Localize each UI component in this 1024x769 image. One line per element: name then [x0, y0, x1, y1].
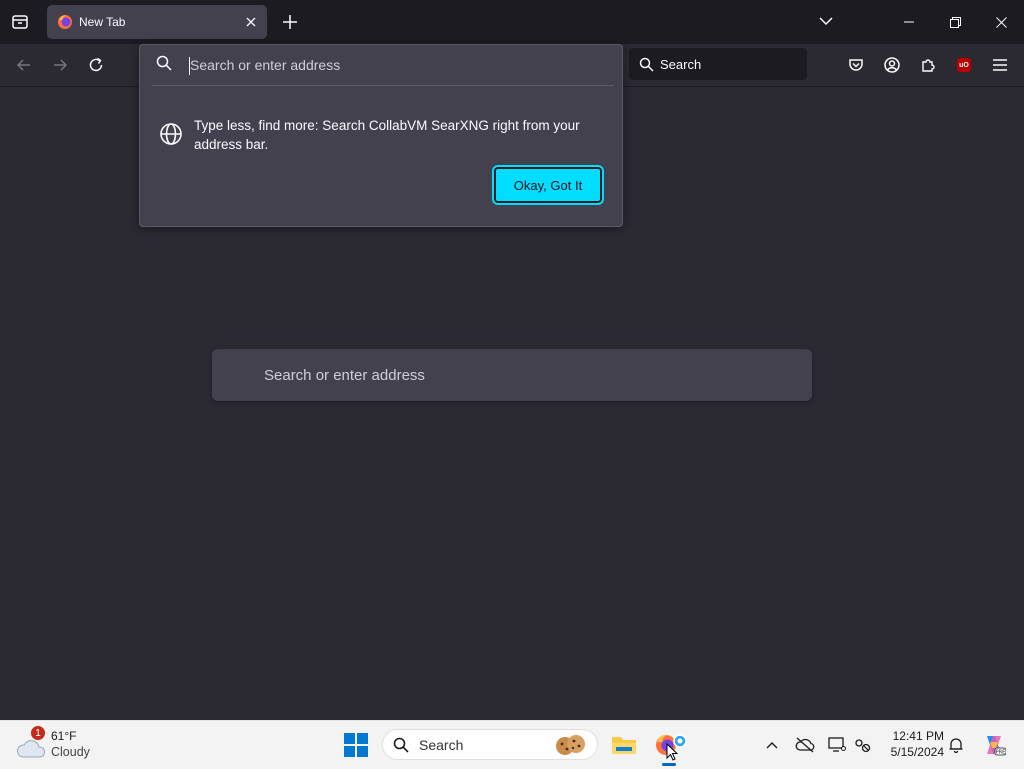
firefox-view-icon [12, 15, 28, 29]
folder-icon [612, 737, 636, 754]
divider [152, 85, 614, 86]
copilot-button[interactable]: PRE [980, 733, 1008, 757]
mouse-cursor-icon [666, 743, 678, 761]
search-icon [156, 55, 172, 71]
address-input[interactable] [190, 53, 610, 77]
puzzle-icon [922, 59, 935, 72]
close-icon [995, 16, 1007, 28]
new-tab-search-placeholder: Search or enter address [264, 366, 425, 384]
account-button[interactable] [878, 51, 906, 79]
weather-widget[interactable]: 1 61°F Cloudy [14, 726, 134, 765]
cookies-icon [556, 735, 585, 755]
firefox-logo-icon [58, 15, 72, 29]
clock-time: 12:41 PM [892, 729, 944, 743]
search-bar-label: Search [660, 56, 702, 72]
new-tab-button[interactable] [276, 8, 304, 36]
weather-temperature: 61°F [51, 729, 77, 743]
file-explorer-button[interactable] [606, 727, 642, 763]
close-icon [246, 17, 256, 27]
network-icon [855, 739, 871, 753]
cloud-off-icon [795, 737, 815, 753]
extensions-button[interactable] [914, 51, 942, 79]
restore-button[interactable] [932, 0, 978, 44]
chevron-up-icon [766, 742, 778, 749]
ublock-origin-button[interactable]: uO [950, 51, 978, 79]
pocket-icon [849, 59, 863, 71]
urlbar-popup: Type less, find more: Search CollabVM Se… [139, 44, 623, 227]
bell-icon [949, 738, 963, 753]
minimize-button[interactable] [886, 0, 932, 44]
firefox-view-button[interactable] [6, 8, 34, 36]
start-button[interactable] [340, 729, 372, 761]
urlbar [140, 45, 622, 85]
tab-new-tab[interactable]: New Tab [47, 5, 267, 39]
search-tip-text: Type less, find more: Search CollabVM Se… [194, 118, 580, 152]
monitor-icon [828, 737, 846, 752]
chevron-down-icon [819, 17, 833, 26]
back-button[interactable] [10, 51, 38, 79]
hamburger-menu-icon [993, 59, 1007, 71]
close-window-button[interactable] [978, 0, 1024, 44]
taskbar-search-label: Search [419, 736, 464, 753]
search-icon [639, 57, 654, 72]
network-volume-tray-icon[interactable] [851, 733, 875, 757]
cloud-icon [17, 740, 46, 758]
reload-button[interactable] [82, 51, 110, 79]
forward-button[interactable] [46, 51, 74, 79]
svg-text:PRE: PRE [996, 750, 1006, 756]
notifications-button[interactable] [944, 733, 968, 757]
copilot-icon: PRE [987, 736, 1006, 756]
onedrive-tray-icon[interactable] [793, 733, 817, 757]
search-bar[interactable]: Search [629, 48, 807, 80]
plus-icon [283, 15, 297, 29]
clock-date: 5/15/2024 [890, 745, 944, 759]
new-tab-search-box[interactable]: Search or enter address [212, 349, 812, 401]
taskbar-search[interactable]: Search [382, 729, 598, 760]
okay-got-it-button[interactable]: Okay, Got It [492, 165, 604, 205]
tab-close-button[interactable] [240, 11, 262, 33]
windows-logo-icon [344, 733, 368, 757]
reload-icon [89, 57, 103, 72]
firefox-taskbar-button[interactable] [652, 727, 688, 763]
account-icon [884, 57, 900, 73]
minimize-icon [904, 21, 914, 23]
search-icon [393, 737, 409, 753]
tab-strip: New Tab [0, 0, 1024, 44]
taskbar: 1 61°F Cloudy Search 12:41 PM 5/15/2024 … [0, 720, 1024, 769]
restore-icon [949, 16, 961, 28]
active-app-indicator [662, 763, 676, 766]
ublock-origin-icon: uO [957, 58, 971, 72]
tab-title: New Tab [79, 15, 126, 29]
pocket-button[interactable] [842, 51, 870, 79]
text-cursor [189, 57, 190, 75]
weather-badge: 1 [31, 726, 45, 740]
weather-condition: Cloudy [51, 745, 90, 759]
arrow-right-icon [54, 59, 68, 71]
show-hidden-icons-button[interactable] [760, 733, 784, 757]
globe-icon [160, 123, 182, 145]
display-tray-icon[interactable] [825, 733, 849, 757]
arrow-left-icon [16, 59, 30, 71]
app-menu-button[interactable] [986, 51, 1014, 79]
clock[interactable]: 12:41 PM 5/15/2024 [878, 728, 944, 760]
list-all-tabs-button[interactable] [813, 8, 839, 34]
